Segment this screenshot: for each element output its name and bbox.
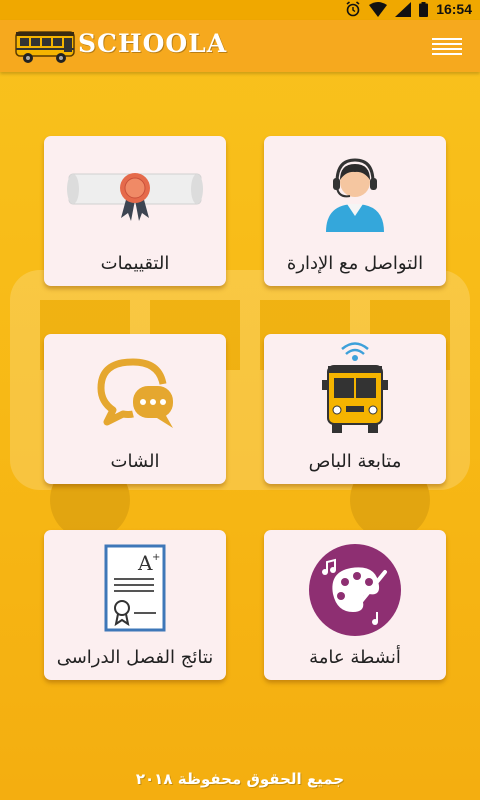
card-label: نتائج الفصل الدراسى: [56, 647, 214, 668]
palette-activities-icon: [309, 544, 401, 636]
card-general-activities[interactable]: أنشطة عامة: [264, 530, 446, 680]
status-time: 16:54: [436, 1, 472, 17]
hamburger-menu-icon[interactable]: [432, 37, 462, 57]
app-brand-title: SCHOOLA: [78, 29, 228, 58]
card-semester-results[interactable]: A + نتائج الفصل الدراسى: [44, 530, 226, 680]
chat-bubbles-icon: [97, 358, 173, 428]
card-label: أنشطة عامة: [309, 647, 401, 668]
card-contact-administration[interactable]: التواصل مع الإدارة: [264, 136, 446, 286]
card-chat[interactable]: الشات: [44, 334, 226, 484]
school-bus-logo-icon: [15, 31, 75, 63]
card-label: الشات: [110, 451, 160, 472]
copyright-footer: جميع الحقوق محفوظة ٢٠١٨: [135, 770, 345, 788]
status-icons: 16:54: [345, 1, 472, 17]
wifi-icon: [369, 1, 388, 17]
svg-text:+: +: [152, 552, 160, 563]
svg-text:A: A: [137, 551, 153, 575]
support-agent-icon: [326, 158, 384, 232]
exam-result-icon: A +: [104, 544, 166, 632]
certificate-icon: [67, 173, 203, 221]
alarm-icon: [346, 1, 360, 17]
card-evaluations[interactable]: التقييمات: [44, 136, 226, 286]
battery-icon: [419, 1, 429, 17]
card-label: التواصل مع الإدارة: [286, 253, 424, 274]
app-bar: SCHOOLA: [0, 20, 480, 72]
card-bus-tracking[interactable]: متابعة الباص: [264, 334, 446, 484]
bus-tracking-icon: [322, 342, 388, 433]
signal-icon: [395, 1, 412, 17]
card-label: التقييمات: [100, 253, 170, 274]
status-bar: 16:54: [0, 0, 480, 20]
card-label: متابعة الباص: [308, 451, 402, 472]
